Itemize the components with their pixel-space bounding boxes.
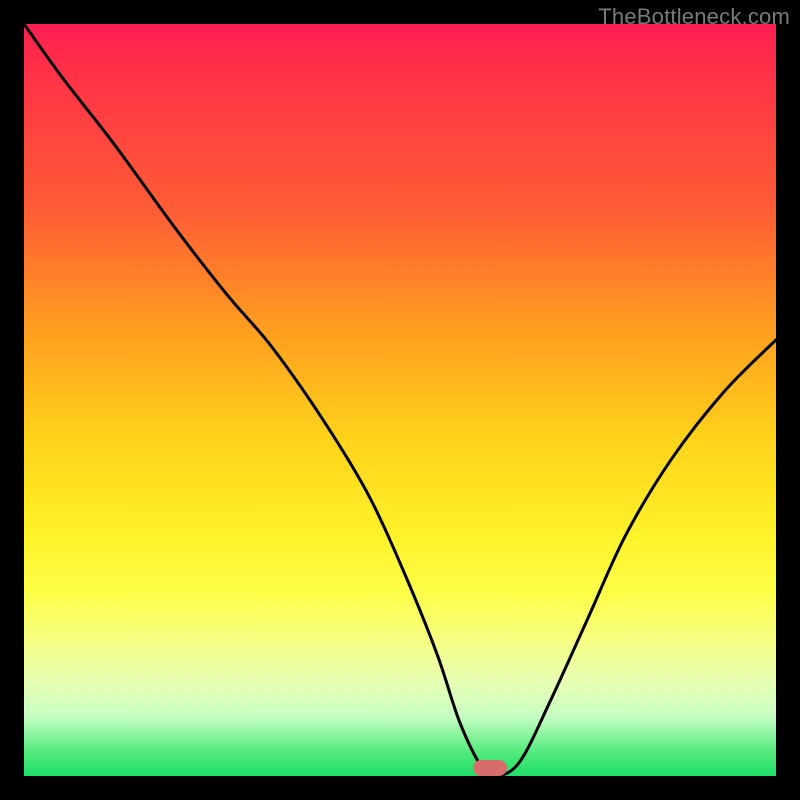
plot-area [24, 24, 776, 776]
bottleneck-curve [24, 24, 776, 776]
chart-frame: TheBottleneck.com [0, 0, 800, 800]
min-marker [473, 760, 507, 776]
watermark-text: TheBottleneck.com [598, 4, 790, 30]
